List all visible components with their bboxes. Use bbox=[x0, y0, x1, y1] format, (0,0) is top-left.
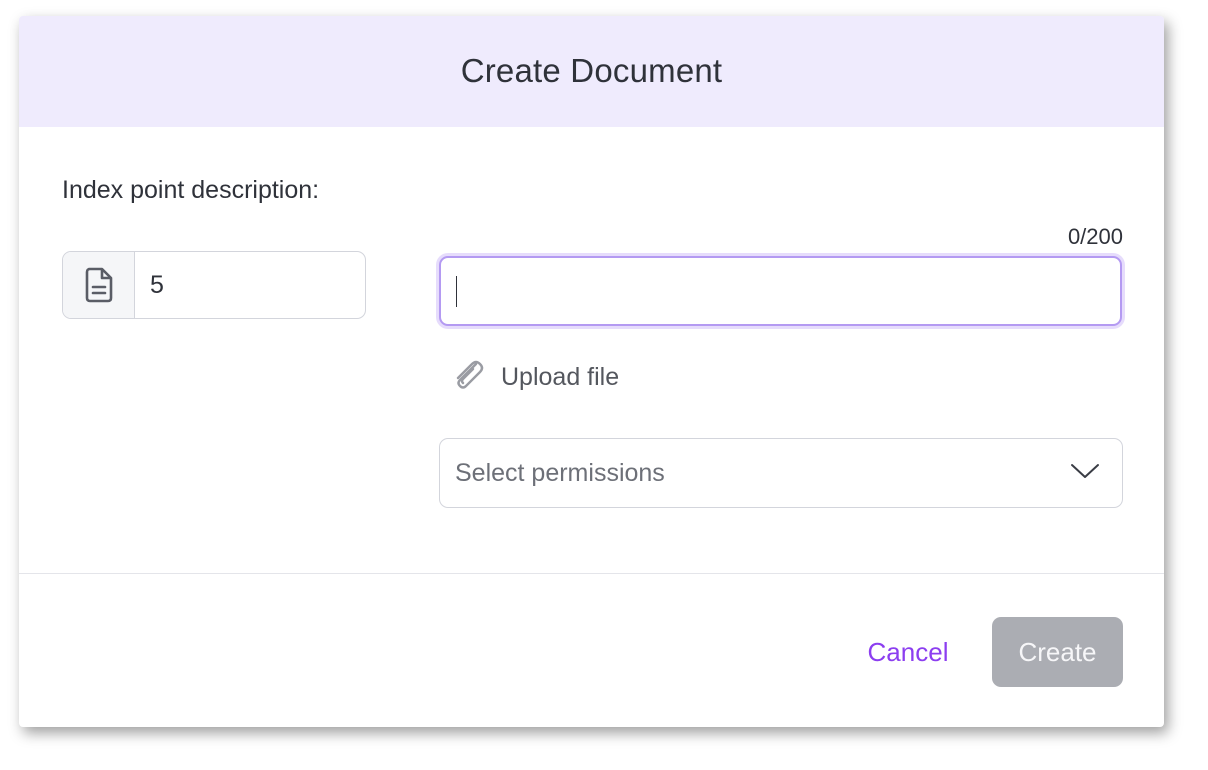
index-point-value[interactable]: 5 bbox=[135, 252, 365, 318]
create-button[interactable]: Create bbox=[992, 617, 1123, 687]
description-input[interactable] bbox=[439, 256, 1122, 326]
footer-divider bbox=[19, 573, 1164, 574]
index-point-field[interactable]: 5 bbox=[62, 251, 366, 319]
document-icon bbox=[63, 252, 135, 318]
permissions-select[interactable]: Select permissions bbox=[439, 438, 1123, 508]
upload-file-button[interactable]: Upload file bbox=[449, 357, 619, 397]
chevron-down-icon bbox=[1070, 462, 1100, 485]
permissions-placeholder: Select permissions bbox=[455, 458, 665, 487]
index-point-label: Index point description: bbox=[62, 176, 320, 204]
text-caret bbox=[456, 276, 457, 307]
dialog-header: Create Document bbox=[19, 16, 1164, 127]
create-document-dialog: Create Document Index point description:… bbox=[19, 16, 1164, 727]
character-counter: 0/200 bbox=[1067, 224, 1123, 249]
cancel-button[interactable]: Cancel bbox=[854, 619, 962, 685]
dialog-title: Create Document bbox=[460, 51, 723, 89]
upload-file-label: Upload file bbox=[501, 362, 620, 391]
paperclip-icon bbox=[449, 358, 487, 397]
